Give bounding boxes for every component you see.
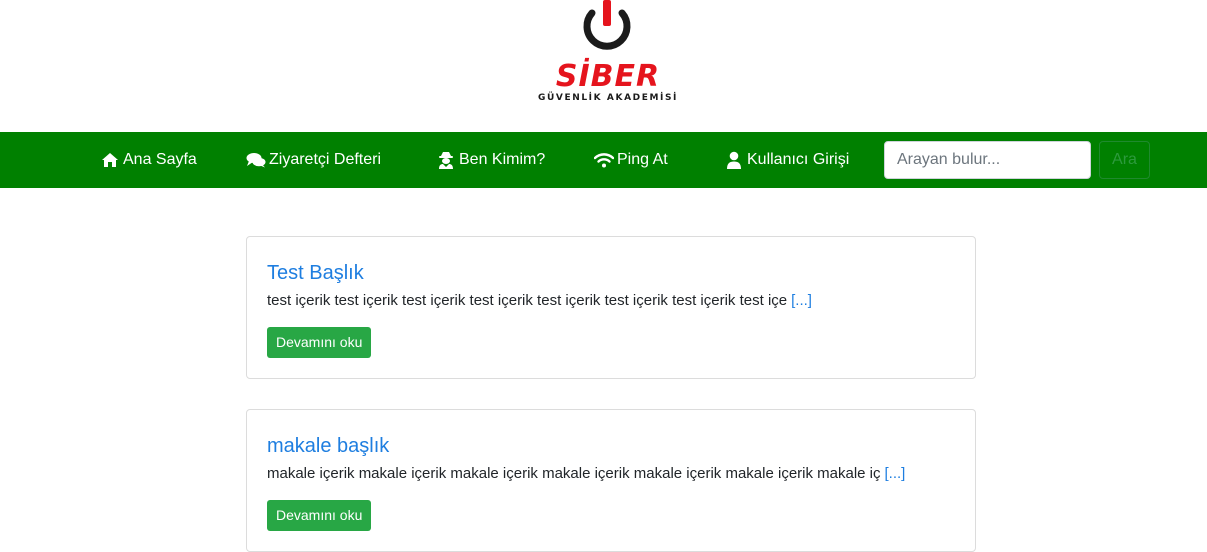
read-more-button[interactable]: Devamını oku — [267, 500, 372, 531]
home-icon — [100, 151, 120, 169]
nav-item-label: Ben Kimim? — [459, 151, 546, 168]
nav-item-home[interactable]: Ana Sayfa — [100, 150, 197, 170]
post-title-link[interactable]: Test Başlık — [267, 262, 364, 285]
logo-subtitle: GÜVENLİK AKADEMİSİ — [538, 93, 678, 103]
nav-item-guestbook[interactable]: Ziyaretçi Defteri — [246, 150, 381, 170]
nav-item-label: Ping At — [617, 151, 668, 168]
post-excerpt-text: makale içerik makale içerik makale içeri… — [267, 465, 881, 482]
comments-icon — [246, 151, 266, 169]
post-card: Test Başlık test içerik test içerik test… — [246, 236, 976, 379]
user-secret-icon — [436, 151, 456, 169]
site-logo[interactable]: SİBER GÜVENLİK AKADEMİSİ — [532, 0, 682, 112]
nav-item-whoami[interactable]: Ben Kimim? — [436, 150, 545, 170]
read-more-button[interactable]: Devamını oku — [267, 327, 372, 358]
wifi-icon — [594, 151, 614, 169]
logo-title: SİBER — [555, 59, 661, 94]
nav-item-label: Kullanıcı Girişi — [747, 151, 850, 168]
user-icon — [724, 151, 744, 169]
post-excerpt: test içerik test içerik test içerik test… — [267, 292, 812, 309]
post-excerpt: makale içerik makale içerik makale içeri… — [267, 465, 905, 482]
post-excerpt-text: test içerik test içerik test içerik test… — [267, 292, 788, 309]
power-icon — [583, 0, 631, 50]
nav-item-label: Ziyaretçi Defteri — [269, 151, 382, 168]
search-input[interactable] — [884, 141, 1091, 179]
nav-item-login[interactable]: Kullanıcı Girişi — [724, 150, 849, 170]
post-more-link[interactable]: [...] — [791, 292, 812, 309]
nav-item-label: Ana Sayfa — [123, 151, 197, 168]
search-button[interactable]: Ara — [1099, 141, 1150, 179]
header: SİBER GÜVENLİK AKADEMİSİ — [0, 0, 1207, 132]
nav-item-ping[interactable]: Ping At — [594, 150, 668, 170]
post-card: makale başlık makale içerik makale içeri… — [246, 409, 976, 552]
post-more-link[interactable]: [...] — [885, 465, 906, 482]
post-title-link[interactable]: makale başlık — [267, 435, 389, 458]
